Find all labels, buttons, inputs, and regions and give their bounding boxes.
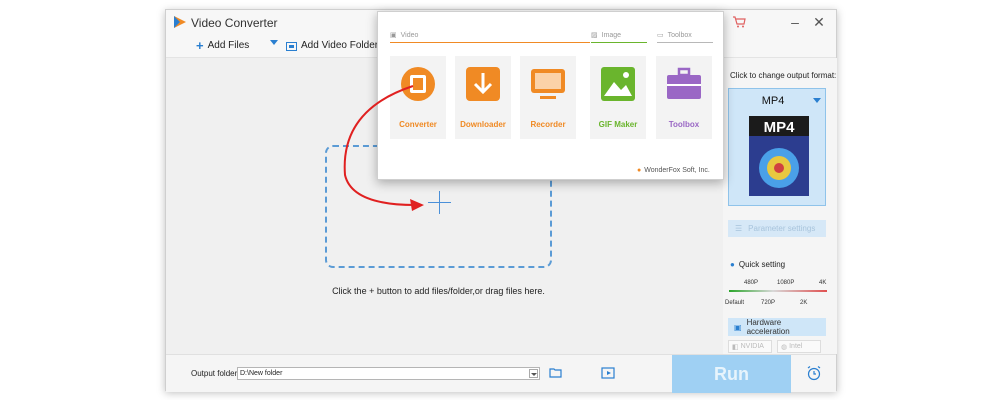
intel-label: Intel [789,343,803,350]
app-launcher-popup: ▣ Video ▨ Image ▭ Toolbox Converter Down… [377,11,724,180]
window-title: Video Converter [191,16,278,30]
section-image: ▨ Image [591,31,622,40]
tick-480p: 480P [744,280,759,286]
section-video: ▣ Video [390,31,419,40]
cart-icon[interactable] [732,15,746,29]
tick-720p: 720P [761,300,776,306]
tick-1080p: 1080P [777,280,795,286]
section-image-label: Image [601,31,622,39]
film-reel-icon [401,67,435,101]
tick-default: Default [725,300,745,306]
output-folder-value: D:\New folder [240,370,283,377]
parameter-settings-button[interactable]: ☰ Parameter settings [728,220,826,237]
output-format-label: Click to change output format: [730,71,837,80]
run-button[interactable]: Run [672,355,791,393]
tile-converter[interactable]: Converter [390,56,446,139]
add-files-label: Add Files [207,40,250,51]
intel-option[interactable]: ◍ Intel [777,340,821,353]
section-toolbox-label: Toolbox [667,31,692,39]
tile-converter-label: Converter [399,120,437,129]
brand-label: WonderFox Soft, Inc. [644,167,710,174]
close-button[interactable]: ✕ [811,14,827,30]
tile-gif-maker[interactable]: GIF Maker [590,56,646,139]
output-format-selector[interactable]: MP4 MP4 [728,88,826,206]
wonderfox-logo-icon: ● [637,167,642,174]
alarm-clock-icon[interactable] [806,365,822,381]
mp4-format-icon: MP4 [749,116,809,196]
quick-setting: ● Quick setting [730,260,785,269]
tile-recorder-label: Recorder [530,120,566,129]
add-video-folder-button[interactable]: Add Video Folder [286,40,378,51]
section-video-label: Video [400,31,419,39]
sliders-icon: ☰ [735,224,743,233]
output-folder-dropdown[interactable] [529,369,538,378]
image-icon [601,67,635,101]
video-section-icon: ▣ [390,32,397,39]
download-icon [466,67,500,101]
folder-icon [286,41,297,51]
tile-toolbox-label: Toolbox [668,120,700,129]
tile-downloader-label: Downloader [460,120,506,129]
plus-icon: + [196,37,204,53]
tile-recorder[interactable]: Recorder [520,56,576,139]
caret-down-icon [270,40,278,45]
image-section-line [591,42,647,43]
output-folder-input[interactable]: D:\New folder [237,367,540,380]
nvidia-label: NVIDIA [740,343,764,350]
tick-2k: 2K [800,300,808,306]
mp4-badge-text: MP4 [764,119,796,136]
quick-setting-icon: ● [730,260,735,269]
add-files-button[interactable]: + Add Files [196,37,250,53]
app-logo-icon [174,16,186,28]
toolbox-section-icon: ▭ [657,32,664,39]
hardware-acceleration-label: Hardware acceleration [746,318,790,336]
image-section-icon: ▨ [591,32,598,39]
add-video-folder-label: Add Video Folder [301,40,379,51]
browse-folder-icon[interactable] [549,367,563,379]
tile-downloader[interactable]: Downloader [455,56,511,139]
open-output-folder-icon[interactable] [601,366,615,379]
section-toolbox: ▭ Toolbox [657,31,692,40]
hardware-acceleration-button[interactable]: ▣ Hardware acceleration [728,318,826,336]
intel-icon: ◍ [781,343,788,351]
video-section-line [390,42,590,43]
output-panel: Click to change output format: MP4 MP4 ☰… [723,58,837,354]
parameter-settings-label: Parameter settings [748,224,816,233]
chevron-down-icon[interactable] [813,98,821,103]
quality-slider[interactable] [729,290,827,292]
minimize-button[interactable]: – [787,14,803,30]
quick-setting-label: Quick setting [738,260,786,269]
add-plus-icon-h[interactable] [428,202,451,203]
tick-4k: 4K [819,280,827,286]
toolbox-icon [667,67,701,99]
drop-hint: Click the + button to add files/folder,o… [332,286,545,296]
nvidia-option[interactable]: ◧ NVIDIA [728,340,772,353]
chip-icon: ▣ [734,322,742,332]
output-folder-label: Output folder: [191,369,240,378]
tile-gif-maker-label: GIF Maker [598,120,638,129]
brand: ● WonderFox Soft, Inc. [637,167,710,174]
nvidia-icon: ◧ [732,343,739,351]
monitor-record-icon [531,69,565,99]
format-name: MP4 [761,95,785,107]
bottom-bar: Output folder: D:\New folder Run [166,354,836,393]
add-files-dropdown[interactable] [270,40,278,45]
toolbox-section-line [657,42,713,43]
tile-toolbox[interactable]: Toolbox [656,56,712,139]
